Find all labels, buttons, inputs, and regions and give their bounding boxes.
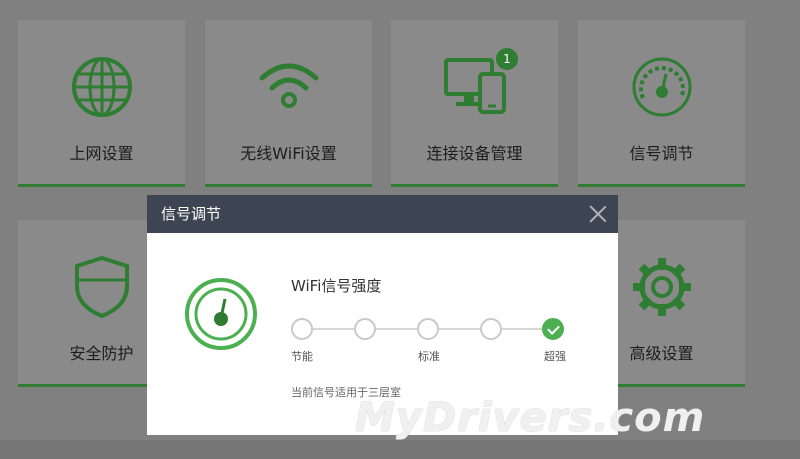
level-knob-2[interactable] [354, 318, 376, 340]
tile-label: 连接设备管理 [426, 144, 523, 163]
bottom-strip [0, 440, 800, 459]
level-knob-4[interactable] [480, 318, 502, 340]
signal-gauge-icon [184, 277, 258, 351]
watermark: MyDrivers.com [355, 395, 706, 441]
dialog-header: 信号调节 [147, 195, 618, 233]
dialog-title: 信号调节 [161, 205, 222, 223]
tile-signal-adjust[interactable]: 信号调节 [578, 20, 745, 187]
tile-label: 信号调节 [629, 144, 694, 163]
signal-strength-title: WiFi信号强度 [291, 277, 382, 295]
tick-label-eco: 节能 [291, 350, 313, 363]
tick-label-strong: 超强 [544, 350, 566, 363]
gauge-icon [578, 54, 745, 120]
tile-internet-settings[interactable]: 上网设置 [18, 20, 185, 187]
wifi-icon [205, 54, 372, 120]
notification-badge: 1 [496, 48, 518, 70]
level-knob-1[interactable] [291, 318, 313, 340]
tile-device-management[interactable]: 1 连接设备管理 [391, 20, 558, 187]
close-icon[interactable] [588, 204, 608, 224]
tile-label: 上网设置 [69, 144, 134, 163]
tile-wifi-settings[interactable]: 无线WiFi设置 [205, 20, 372, 187]
devices-icon [391, 54, 558, 120]
globe-icon [18, 54, 185, 120]
tick-label-standard: 标准 [418, 350, 440, 363]
tile-label: 无线WiFi设置 [240, 144, 337, 163]
level-knob-3[interactable] [417, 318, 439, 340]
level-knob-5-selected[interactable] [542, 318, 564, 340]
